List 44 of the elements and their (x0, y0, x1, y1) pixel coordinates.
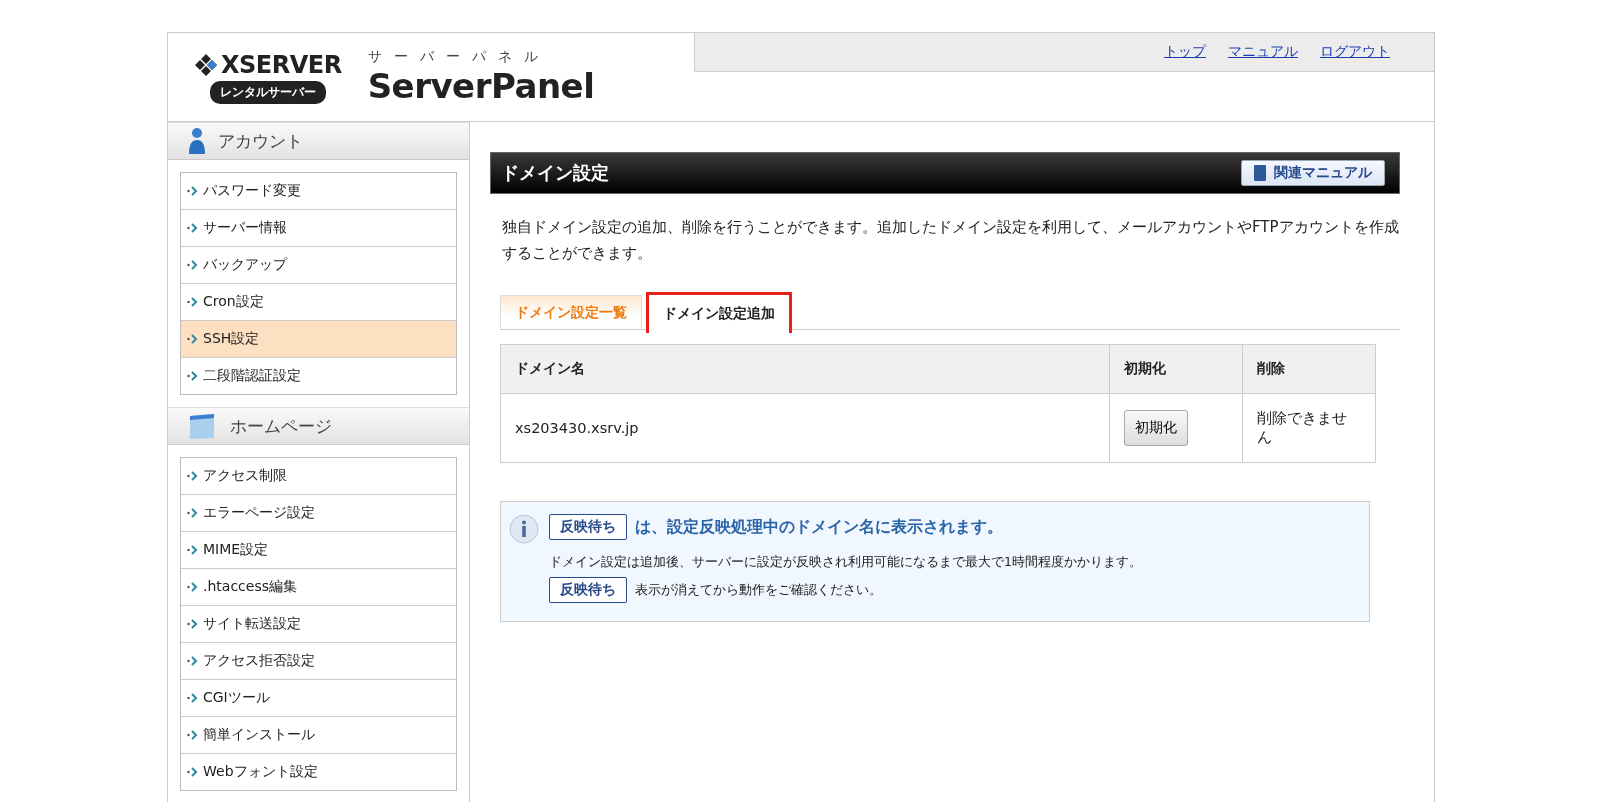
domain-cell: xs203430.xsrv.jp (500, 393, 1110, 463)
arrow-icon (187, 582, 199, 592)
tab[interactable]: ドメイン設定追加 (646, 292, 792, 333)
page-title: ドメイン設定 (501, 161, 609, 185)
pending-badge: 反映待ち (549, 514, 627, 540)
column-header: ドメイン名 (500, 344, 1110, 394)
sidebar-item[interactable]: SSH設定 (181, 320, 456, 357)
arrow-icon (187, 730, 199, 740)
arrow-icon (187, 656, 199, 666)
column-header: 初期化 (1109, 344, 1243, 394)
diamond-logo-icon (194, 52, 218, 77)
description: 独自ドメイン設定の追加、削除を行うことができます。追加したドメイン設定を利用して、メールアカウントやFTPアカウントを作成することができます。 (502, 217, 1400, 264)
arrow-icon (187, 260, 199, 270)
product-kana: サーバーパネル (367, 48, 551, 66)
info-headline: は、設定反映処理中のドメイン名に表示されます。 (635, 516, 1003, 538)
arrow-icon (187, 334, 199, 344)
reset-button[interactable]: 初期化 (1124, 410, 1188, 446)
info-note: 表示が消えてから動作をご確認ください。 (635, 581, 882, 599)
arrow-icon (187, 508, 199, 518)
product-name: ServerPanel (367, 66, 595, 106)
manual-button[interactable]: 関連マニュアル (1241, 160, 1385, 186)
arrow-icon (187, 371, 199, 381)
arrow-icon (187, 471, 199, 481)
brand-badge: レンタルサーバー (209, 80, 326, 104)
top-link[interactable]: トップ (1164, 43, 1206, 61)
brand-name: XSERVER (221, 50, 342, 79)
top-link[interactable]: マニュアル (1228, 43, 1298, 61)
arrow-icon (187, 545, 199, 555)
person-icon (188, 127, 206, 155)
arrow-icon (187, 223, 199, 233)
arrow-icon (187, 693, 199, 703)
arrow-icon (187, 297, 199, 307)
arrow-icon (187, 767, 199, 777)
info-icon (509, 514, 539, 544)
book-icon (1254, 165, 1266, 181)
delete-cell: 削除できません (1242, 393, 1376, 463)
arrow-icon (187, 186, 199, 196)
section-title: アカウント (218, 129, 303, 153)
arrow-icon (187, 619, 199, 629)
column-header: 削除 (1242, 344, 1376, 394)
top-link[interactable]: ログアウト (1320, 43, 1390, 61)
info-note: ドメイン設定は追加後、サーバーに設定が反映され利用可能になるまで最大で1時間程度かかります。 (549, 554, 1142, 571)
pending-badge: 反映待ち (549, 577, 627, 603)
section-title: ホームページ (230, 414, 332, 438)
